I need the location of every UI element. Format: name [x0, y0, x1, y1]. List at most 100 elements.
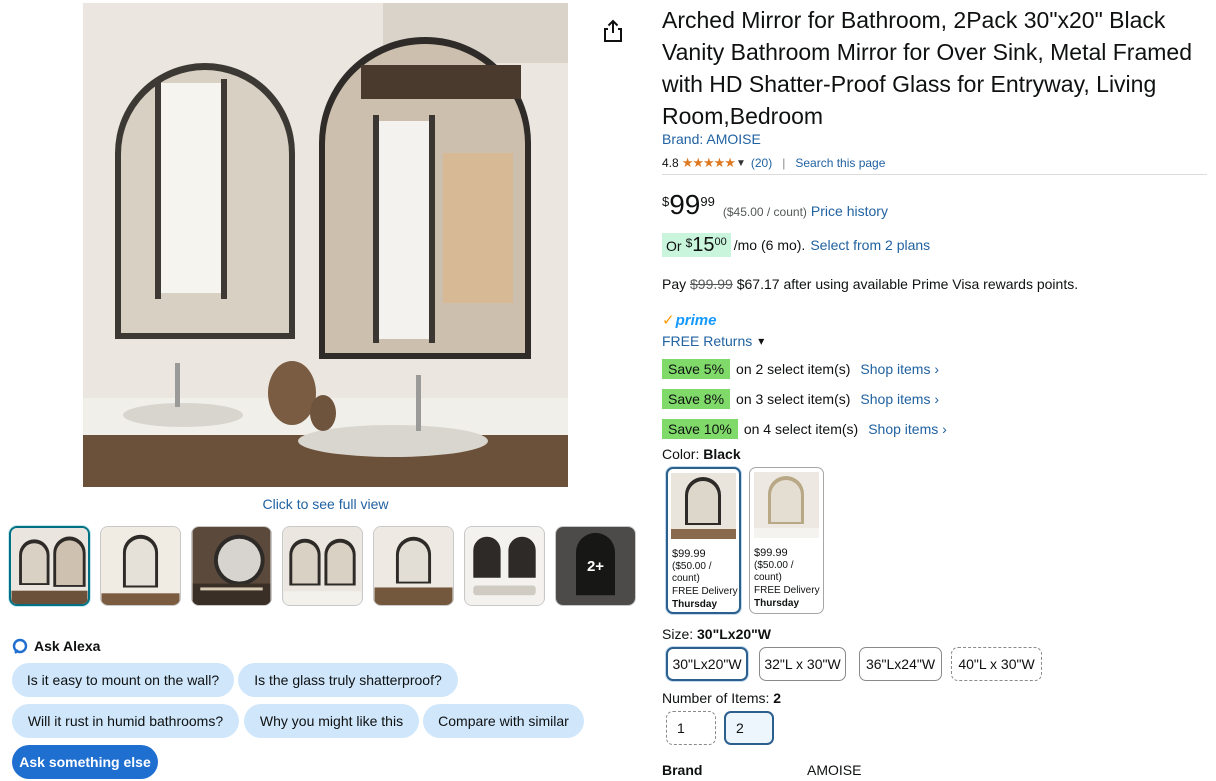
alexa-icon — [12, 638, 28, 654]
color-option-2[interactable]: $99.99 ($50.00 / count) FREE Delivery Th… — [749, 467, 824, 614]
color-option-image — [671, 473, 736, 539]
items-label: Number of Items: 2 — [662, 690, 781, 706]
save-badge: Save 10% — [662, 419, 738, 439]
product-title: Arched Mirror for Bathroom, 2Pack 30"x20… — [662, 7, 1192, 129]
thumbnail-image — [283, 527, 362, 605]
chevron-down-icon[interactable]: ▼ — [736, 158, 746, 169]
save-text: on 3 select item(s) — [736, 391, 851, 407]
size-option-30x20[interactable]: 30"Lx20"W — [666, 647, 748, 681]
option-delivery-day: Thursday — [754, 598, 800, 609]
thumbnail-image — [192, 527, 271, 605]
thumbnail-5[interactable] — [373, 526, 454, 606]
main-product-image[interactable] — [83, 3, 568, 487]
alexa-chip-rust[interactable]: Will it rust in humid bathrooms? — [12, 704, 239, 738]
full-view-link[interactable]: Click to see full view — [83, 496, 568, 512]
brand-link[interactable]: Brand: AMOISE — [662, 131, 761, 147]
price-history-link[interactable]: Price history — [811, 203, 888, 219]
shop-items-link[interactable]: Shop items › — [868, 421, 947, 437]
paynote-rest: $67.17 after using available Prime Visa … — [736, 276, 1079, 292]
ask-alexa-header: Ask Alexa — [12, 638, 100, 654]
paynote-prefix: Pay — [662, 276, 687, 292]
size-label-text: Size: — [662, 626, 694, 642]
price-fraction: 99 — [700, 194, 715, 209]
monthly-whole: 15 — [692, 234, 715, 256]
rating-count-link[interactable]: (20) — [751, 156, 772, 170]
rating-row: 4.8 ★★★★★ ▼ (20) | Search this page — [662, 155, 885, 171]
alexa-chip-compare[interactable]: Compare with similar — [423, 704, 584, 738]
option-delivery-day: Thursday — [672, 599, 718, 610]
alexa-chip-shatterproof[interactable]: Is the glass truly shatterproof? — [238, 663, 458, 697]
save-text: on 4 select item(s) — [743, 421, 859, 437]
swatch-photo — [754, 472, 819, 538]
shop-items-link[interactable]: Shop items › — [860, 361, 939, 377]
items-option-1[interactable]: 1 — [666, 711, 716, 745]
save-badge: Save 5% — [662, 359, 731, 379]
size-label: Size: 30"Lx20"W — [662, 626, 771, 642]
thumbnail-2[interactable] — [100, 526, 181, 606]
alexa-chip-mount[interactable]: Is it easy to mount on the wall? — [12, 663, 234, 697]
option-price: $99.99 — [672, 548, 706, 560]
items-label-text: Number of Items: — [662, 690, 770, 706]
prime-badge: ✓ prime — [662, 311, 717, 330]
spec-brand-key: Brand — [662, 762, 703, 778]
thumbnail-more[interactable]: 2+ — [555, 526, 636, 606]
color-label-text: Color: — [662, 446, 700, 462]
star-rating-icon[interactable]: ★★★★★ — [682, 155, 736, 171]
free-returns-label: FREE Returns — [662, 333, 753, 349]
thumbnail-image — [101, 527, 180, 605]
save-badge: Save 8% — [662, 389, 731, 409]
alexa-chip-why-like[interactable]: Why you might like this — [244, 704, 419, 738]
separator: | — [782, 156, 786, 170]
selected-items: 2 — [773, 690, 782, 706]
unit-price: ($45.00 / count) — [722, 205, 807, 219]
price-whole: 99 — [669, 189, 701, 220]
swatch-photo — [671, 473, 736, 539]
thumbnail-4[interactable] — [282, 526, 363, 606]
monthly-term: /mo (6 mo). — [733, 237, 806, 253]
color-option-image — [754, 472, 819, 538]
size-option-32x30[interactable]: 32"L x 30"W — [759, 647, 846, 681]
ask-alexa-title: Ask Alexa — [34, 638, 101, 654]
price-symbol: $ — [662, 194, 670, 209]
option-delivery: FREE Delivery — [754, 584, 820, 596]
more-images-count: 2+ — [556, 527, 635, 605]
monthly-symbol: $ — [685, 236, 693, 250]
search-this-page-link[interactable]: Search this page — [795, 156, 885, 170]
size-option-40x30[interactable]: 40"L x 30"W — [951, 647, 1042, 681]
spec-brand-value: AMOISE — [807, 762, 862, 778]
monthly-or: Or — [666, 238, 682, 254]
monthly-price-badge: Or $ 15 00 — [662, 233, 731, 257]
thumbnail-1[interactable] — [9, 526, 90, 606]
items-option-2[interactable]: 2 — [724, 711, 774, 745]
color-label: Color: Black — [662, 446, 741, 462]
prime-visa-note: Pay $99.99 $67.17 after using available … — [662, 276, 1078, 292]
option-delivery: FREE Delivery — [672, 585, 738, 597]
price-block: $ 99 99 ($45.00 / count) Price history — [662, 190, 888, 220]
savings-row: Save 10% on 4 select item(s) Shop items … — [662, 419, 947, 439]
divider — [662, 174, 1207, 175]
color-option-info: $99.99 ($50.00 / count) FREE Delivery Th… — [750, 538, 823, 611]
color-option-info: $99.99 ($50.00 / count) FREE Delivery Th… — [668, 539, 739, 612]
thumbnail-image — [374, 527, 453, 605]
thumbnail-image — [465, 527, 544, 605]
selected-color: Black — [703, 446, 741, 462]
prime-check-icon: ✓ — [662, 312, 675, 329]
ask-something-else-button[interactable]: Ask something else — [12, 745, 158, 779]
option-unit-price: ($50.00 / count) — [754, 559, 794, 584]
select-plans-link[interactable]: Select from 2 plans — [810, 237, 930, 253]
thumbnail-6[interactable] — [464, 526, 545, 606]
shop-items-link[interactable]: Shop items › — [860, 391, 939, 407]
savings-row: Save 8% on 3 select item(s) Shop items › — [662, 389, 939, 409]
selected-size: 30"Lx20"W — [697, 626, 771, 642]
option-price: $99.99 — [754, 547, 788, 559]
rating-value: 4.8 — [662, 156, 679, 170]
monthly-payment: Or $ 15 00 /mo (6 mo). Select from 2 pla… — [662, 233, 930, 257]
monthly-fraction: 00 — [714, 236, 727, 248]
share-icon[interactable] — [600, 18, 626, 44]
prime-label: prime — [675, 311, 717, 329]
size-option-36x24[interactable]: 36"Lx24"W — [859, 647, 942, 681]
color-option-1[interactable]: $99.99 ($50.00 / count) FREE Delivery Th… — [666, 467, 741, 614]
thumbnail-3[interactable] — [191, 526, 272, 606]
paynote-old-price: $99.99 — [690, 276, 733, 292]
free-returns-link[interactable]: FREE Returns ▾ — [662, 333, 764, 349]
